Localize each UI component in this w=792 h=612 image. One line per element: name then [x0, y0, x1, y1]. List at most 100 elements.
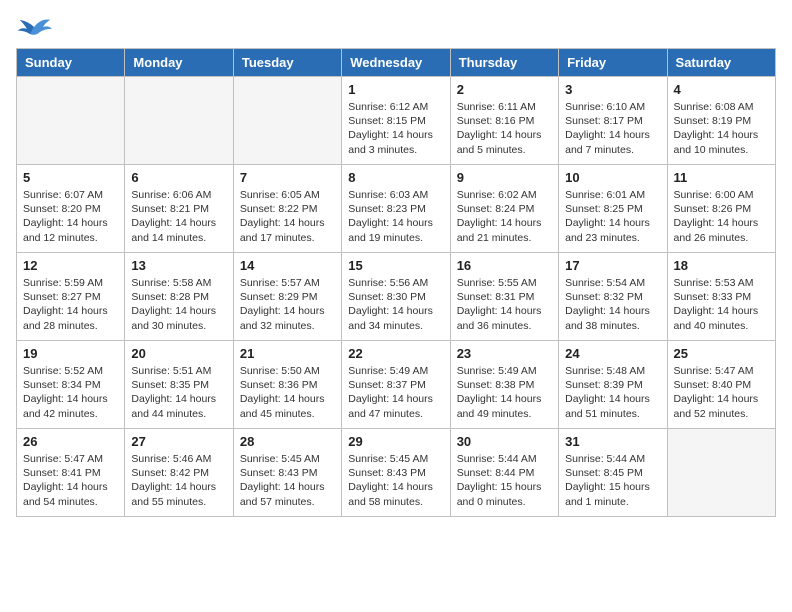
day-number: 7: [240, 170, 335, 185]
calendar-cell: 12 Sunrise: 5:59 AM Sunset: 8:27 PM Dayli…: [17, 253, 125, 341]
calendar-cell: 9 Sunrise: 6:02 AM Sunset: 8:24 PM Daylig…: [450, 165, 558, 253]
day-number: 6: [131, 170, 226, 185]
calendar-cell: 1 Sunrise: 6:12 AM Sunset: 8:15 PM Daylig…: [342, 77, 450, 165]
cell-sun-info: Sunrise: 5:59 AM Sunset: 8:27 PM Dayligh…: [23, 276, 118, 333]
day-number: 30: [457, 434, 552, 449]
calendar-cell: 5 Sunrise: 6:07 AM Sunset: 8:20 PM Daylig…: [17, 165, 125, 253]
day-number: 4: [674, 82, 769, 97]
day-number: 1: [348, 82, 443, 97]
calendar-cell: 6Sunrise: 6:06 AM Sunset: 8:21 PM Daylig…: [125, 165, 233, 253]
cell-sun-info: Sunrise: 6:03 AM Sunset: 8:23 PM Dayligh…: [348, 188, 443, 245]
day-number: 16: [457, 258, 552, 273]
day-number: 9: [457, 170, 552, 185]
day-number: 10: [565, 170, 660, 185]
day-number: 26: [23, 434, 118, 449]
day-number: 22: [348, 346, 443, 361]
calendar-cell: 7 Sunrise: 6:05 AM Sunset: 8:22 PM Daylig…: [233, 165, 341, 253]
cell-sun-info: Sunrise: 6:10 AM Sunset: 8:17 PM Dayligh…: [565, 100, 660, 157]
calendar-week-row: 26Sunrise: 5:47 AM Sunset: 8:41 PM Dayli…: [17, 429, 776, 517]
calendar-cell: 26Sunrise: 5:47 AM Sunset: 8:41 PM Dayli…: [17, 429, 125, 517]
cell-sun-info: Sunrise: 5:49 AM Sunset: 8:37 PM Dayligh…: [348, 364, 443, 421]
cell-sun-info: Sunrise: 6:07 AM Sunset: 8:20 PM Dayligh…: [23, 188, 118, 245]
day-number: 25: [674, 346, 769, 361]
weekday-header: Friday: [559, 49, 667, 77]
day-number: 5: [23, 170, 118, 185]
day-number: 27: [131, 434, 226, 449]
cell-sun-info: Sunrise: 5:50 AM Sunset: 8:36 PM Dayligh…: [240, 364, 335, 421]
weekday-header: Sunday: [17, 49, 125, 77]
day-number: 2: [457, 82, 552, 97]
cell-sun-info: Sunrise: 6:11 AM Sunset: 8:16 PM Dayligh…: [457, 100, 552, 157]
calendar-cell: 13 Sunrise: 5:58 AM Sunset: 8:28 PM Dayli…: [125, 253, 233, 341]
calendar-cell: [233, 77, 341, 165]
cell-sun-info: Sunrise: 5:44 AM Sunset: 8:45 PM Dayligh…: [565, 452, 660, 509]
calendar-cell: 21 Sunrise: 5:50 AM Sunset: 8:36 PM Dayli…: [233, 341, 341, 429]
weekday-header: Thursday: [450, 49, 558, 77]
calendar-cell: 11Sunrise: 6:00 AM Sunset: 8:26 PM Dayli…: [667, 165, 775, 253]
cell-sun-info: Sunrise: 5:45 AM Sunset: 8:43 PM Dayligh…: [348, 452, 443, 509]
calendar-cell: 23 Sunrise: 5:49 AM Sunset: 8:38 PM Dayli…: [450, 341, 558, 429]
day-number: 23: [457, 346, 552, 361]
day-number: 24: [565, 346, 660, 361]
day-number: 3: [565, 82, 660, 97]
calendar-table: SundayMondayTuesdayWednesdayThursdayFrid…: [16, 48, 776, 517]
day-number: 31: [565, 434, 660, 449]
calendar-cell: 24Sunrise: 5:48 AM Sunset: 8:39 PM Dayli…: [559, 341, 667, 429]
calendar-cell: 2 Sunrise: 6:11 AM Sunset: 8:16 PM Daylig…: [450, 77, 558, 165]
calendar-cell: 15 Sunrise: 5:56 AM Sunset: 8:30 PM Dayli…: [342, 253, 450, 341]
weekday-header: Wednesday: [342, 49, 450, 77]
weekday-header: Tuesday: [233, 49, 341, 77]
cell-sun-info: Sunrise: 6:05 AM Sunset: 8:22 PM Dayligh…: [240, 188, 335, 245]
day-number: 28: [240, 434, 335, 449]
calendar-cell: 3 Sunrise: 6:10 AM Sunset: 8:17 PM Daylig…: [559, 77, 667, 165]
cell-sun-info: Sunrise: 5:44 AM Sunset: 8:44 PM Dayligh…: [457, 452, 552, 509]
calendar-cell: 16 Sunrise: 5:55 AM Sunset: 8:31 PM Dayli…: [450, 253, 558, 341]
page-header: [16, 16, 776, 38]
cell-sun-info: Sunrise: 5:47 AM Sunset: 8:40 PM Dayligh…: [674, 364, 769, 421]
day-number: 15: [348, 258, 443, 273]
calendar-cell: 29 Sunrise: 5:45 AM Sunset: 8:43 PM Dayli…: [342, 429, 450, 517]
calendar-cell: 4 Sunrise: 6:08 AM Sunset: 8:19 PM Daylig…: [667, 77, 775, 165]
calendar-cell: [667, 429, 775, 517]
calendar-cell: 18 Sunrise: 5:53 AM Sunset: 8:33 PM Dayli…: [667, 253, 775, 341]
day-number: 19: [23, 346, 118, 361]
weekday-header: Monday: [125, 49, 233, 77]
cell-sun-info: Sunrise: 5:57 AM Sunset: 8:29 PM Dayligh…: [240, 276, 335, 333]
cell-sun-info: Sunrise: 5:51 AM Sunset: 8:35 PM Dayligh…: [131, 364, 226, 421]
cell-sun-info: Sunrise: 5:58 AM Sunset: 8:28 PM Dayligh…: [131, 276, 226, 333]
cell-sun-info: Sunrise: 5:56 AM Sunset: 8:30 PM Dayligh…: [348, 276, 443, 333]
logo: [16, 16, 56, 38]
cell-sun-info: Sunrise: 5:52 AM Sunset: 8:34 PM Dayligh…: [23, 364, 118, 421]
calendar-cell: 22 Sunrise: 5:49 AM Sunset: 8:37 PM Dayli…: [342, 341, 450, 429]
cell-sun-info: Sunrise: 5:53 AM Sunset: 8:33 PM Dayligh…: [674, 276, 769, 333]
calendar-cell: [125, 77, 233, 165]
calendar-cell: 28 Sunrise: 5:45 AM Sunset: 8:43 PM Dayli…: [233, 429, 341, 517]
calendar-week-row: 1 Sunrise: 6:12 AM Sunset: 8:15 PM Daylig…: [17, 77, 776, 165]
day-number: 17: [565, 258, 660, 273]
cell-sun-info: Sunrise: 6:01 AM Sunset: 8:25 PM Dayligh…: [565, 188, 660, 245]
logo-bird-icon: [16, 16, 52, 38]
cell-sun-info: Sunrise: 5:45 AM Sunset: 8:43 PM Dayligh…: [240, 452, 335, 509]
cell-sun-info: Sunrise: 5:55 AM Sunset: 8:31 PM Dayligh…: [457, 276, 552, 333]
cell-sun-info: Sunrise: 6:08 AM Sunset: 8:19 PM Dayligh…: [674, 100, 769, 157]
calendar-cell: 27 Sunrise: 5:46 AM Sunset: 8:42 PM Dayli…: [125, 429, 233, 517]
calendar-cell: [17, 77, 125, 165]
calendar-cell: 20 Sunrise: 5:51 AM Sunset: 8:35 PM Dayli…: [125, 341, 233, 429]
day-number: 20: [131, 346, 226, 361]
cell-sun-info: Sunrise: 6:12 AM Sunset: 8:15 PM Dayligh…: [348, 100, 443, 157]
weekday-header: Saturday: [667, 49, 775, 77]
calendar-cell: 30 Sunrise: 5:44 AM Sunset: 8:44 PM Dayli…: [450, 429, 558, 517]
day-number: 29: [348, 434, 443, 449]
calendar-cell: 25 Sunrise: 5:47 AM Sunset: 8:40 PM Dayli…: [667, 341, 775, 429]
day-number: 11: [674, 170, 769, 185]
day-number: 13: [131, 258, 226, 273]
calendar-cell: 8Sunrise: 6:03 AM Sunset: 8:23 PM Daylig…: [342, 165, 450, 253]
calendar-week-row: 12 Sunrise: 5:59 AM Sunset: 8:27 PM Dayli…: [17, 253, 776, 341]
day-number: 21: [240, 346, 335, 361]
calendar-cell: 10 Sunrise: 6:01 AM Sunset: 8:25 PM Dayli…: [559, 165, 667, 253]
day-number: 18: [674, 258, 769, 273]
cell-sun-info: Sunrise: 6:02 AM Sunset: 8:24 PM Dayligh…: [457, 188, 552, 245]
cell-sun-info: Sunrise: 5:49 AM Sunset: 8:38 PM Dayligh…: [457, 364, 552, 421]
cell-sun-info: Sunrise: 5:46 AM Sunset: 8:42 PM Dayligh…: [131, 452, 226, 509]
day-number: 12: [23, 258, 118, 273]
